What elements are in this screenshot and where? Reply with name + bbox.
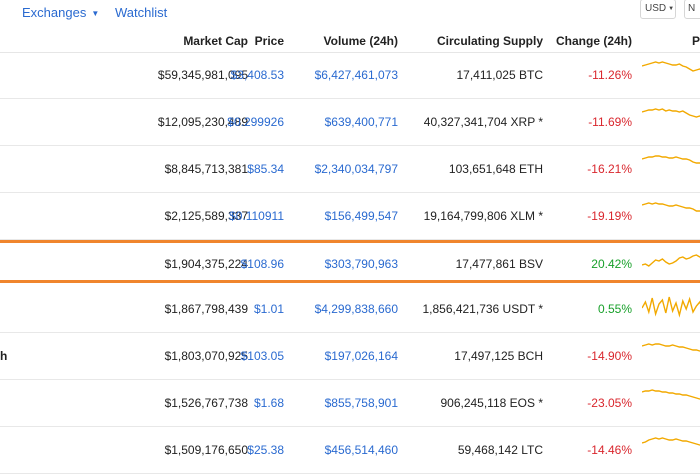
volume-link[interactable]: $303,790,963 xyxy=(325,257,398,271)
market-cap-cell: $1,526,767,738 xyxy=(164,396,248,410)
volume-link[interactable]: $639,400,771 xyxy=(325,115,398,129)
caret-down-icon: ▼ xyxy=(91,9,100,18)
volume-link[interactable]: $855,758,901 xyxy=(325,396,398,410)
change-cell: -14.46% xyxy=(587,443,632,457)
supply-cell: 17,411,025 BTC xyxy=(456,68,543,82)
supply-cell: 103,651,648 ETH xyxy=(448,162,543,176)
volume-link[interactable]: $2,340,034,797 xyxy=(315,162,398,176)
secondary-select-value: N xyxy=(688,3,696,14)
currency-value: USD xyxy=(645,3,667,14)
sparkline-chart[interactable] xyxy=(642,292,700,320)
change-cell: -16.21% xyxy=(587,162,632,176)
change-cell: -11.69% xyxy=(588,115,632,129)
col-volume[interactable]: Volume (24h) xyxy=(324,34,398,48)
table-row[interactable]: $2,125,589,337 $0.110911 $156,499,547 19,16… xyxy=(0,193,700,240)
col-price-graph[interactable]: P xyxy=(692,34,700,48)
volume-link[interactable]: $6,427,461,073 xyxy=(315,68,398,82)
supply-cell: 17,497,125 BCH xyxy=(454,349,543,363)
price-link[interactable]: $1.68 xyxy=(254,396,284,410)
supply-cell: 1,856,421,736 USDT * xyxy=(422,302,543,316)
market-cap-cell: $1,867,798,439 xyxy=(164,302,248,316)
watchlist-link[interactable]: Watchlist xyxy=(115,5,167,20)
sparkline-chart[interactable] xyxy=(642,199,700,227)
supply-cell: 17,477,861 BSV xyxy=(455,257,543,271)
supply-cell: 59,468,142 LTC xyxy=(457,443,543,457)
coin-name[interactable]: h xyxy=(0,349,7,363)
market-cap-cell: $1,509,176,650 xyxy=(164,443,248,457)
volume-link[interactable]: $197,026,164 xyxy=(325,349,398,363)
volume-link[interactable]: $456,514,460 xyxy=(325,443,398,457)
sparkline-chart[interactable] xyxy=(642,386,700,414)
change-cell: -23.05% xyxy=(587,396,632,410)
sparkline-path xyxy=(642,343,700,352)
price-link[interactable]: $25.38 xyxy=(247,443,284,457)
sparkline-chart[interactable] xyxy=(642,152,700,180)
change-cell: -11.26% xyxy=(588,68,632,82)
sparkline-chart[interactable] xyxy=(642,433,700,461)
price-link[interactable]: $85.34 xyxy=(247,162,284,176)
change-cell: -19.19% xyxy=(587,209,632,223)
col-market-cap[interactable]: Market Cap xyxy=(183,34,248,48)
change-cell: 20.42% xyxy=(591,257,632,271)
price-link[interactable]: $108.96 xyxy=(241,257,284,271)
volume-link[interactable]: $4,299,838,660 xyxy=(315,302,398,316)
price-link[interactable]: $103.05 xyxy=(241,349,284,363)
exchanges-menu[interactable]: Exchanges ▼ xyxy=(22,5,99,20)
change-cell: 0.55% xyxy=(597,302,632,316)
sparkline-path xyxy=(642,437,700,446)
price-link[interactable]: $1.01 xyxy=(254,302,284,316)
sparkline-path xyxy=(642,296,700,318)
volume-link[interactable]: $156,499,547 xyxy=(325,209,398,223)
sparkline-chart[interactable] xyxy=(642,58,700,86)
sparkline-chart[interactable] xyxy=(642,339,700,367)
sparkline-path xyxy=(642,155,700,164)
price-link[interactable]: $0.110911 xyxy=(229,209,284,223)
table-row[interactable]: $59,345,981,095 $3,408.53 $6,427,461,073 17… xyxy=(0,52,700,99)
table-row[interactable]: $12,095,230,489 $0.299926 $639,400,771 40,3… xyxy=(0,99,700,146)
secondary-select[interactable]: N xyxy=(684,0,700,19)
table-row[interactable]: $1,526,767,738 $1.68 $855,758,901 906,245,1… xyxy=(0,380,700,427)
market-cap-cell: $1,904,375,224 xyxy=(164,257,248,271)
sparkline-chart[interactable] xyxy=(642,247,700,275)
col-supply[interactable]: Circulating Supply xyxy=(437,34,543,48)
sparkline-path xyxy=(642,108,700,118)
supply-cell: 19,164,799,806 XLM * xyxy=(423,209,543,223)
exchanges-label: Exchanges xyxy=(22,5,87,20)
price-link[interactable]: $3,408.53 xyxy=(231,68,284,82)
market-cap-cell: $1,803,070,925 xyxy=(164,349,248,363)
supply-cell: 906,245,118 EOS * xyxy=(440,396,543,410)
col-price[interactable]: Price xyxy=(255,34,284,48)
table-row[interactable]: $1,867,798,439 $1.01 $4,299,838,660 1,856,4… xyxy=(0,286,700,333)
change-cell: -14.90% xyxy=(587,349,632,363)
sparkline-path xyxy=(642,61,700,72)
table-row[interactable]: $8,845,713,381 $85.34 $2,340,034,797 103,65… xyxy=(0,146,700,193)
sparkline-path xyxy=(642,202,700,212)
sparkline-path xyxy=(642,389,700,400)
table-row[interactable]: h $1,803,070,925 $103.05 $197,026,164 17,497… xyxy=(0,333,700,380)
market-cap-cell: $8,845,713,381 xyxy=(164,162,248,176)
sparkline-chart[interactable] xyxy=(642,105,700,133)
col-change[interactable]: Change (24h) xyxy=(556,34,632,48)
price-link[interactable]: $0.299926 xyxy=(227,115,284,129)
supply-cell: 40,327,341,704 XRP * xyxy=(423,115,543,129)
currency-select[interactable]: USD ▼ xyxy=(640,0,676,19)
top-nav: Exchanges ▼ Watchlist USD ▼ N xyxy=(0,0,700,28)
table-header: Market Cap Price Volume (24h) Circulatin… xyxy=(0,28,700,53)
caret-down-icon: ▼ xyxy=(668,6,675,12)
sparkline-path xyxy=(642,254,700,267)
table-row[interactable]: $1,904,375,224 $108.96 $303,790,963 17,477,… xyxy=(0,240,700,283)
table-row[interactable]: $1,509,176,650 $25.38 $456,514,460 59,468,1… xyxy=(0,427,700,474)
